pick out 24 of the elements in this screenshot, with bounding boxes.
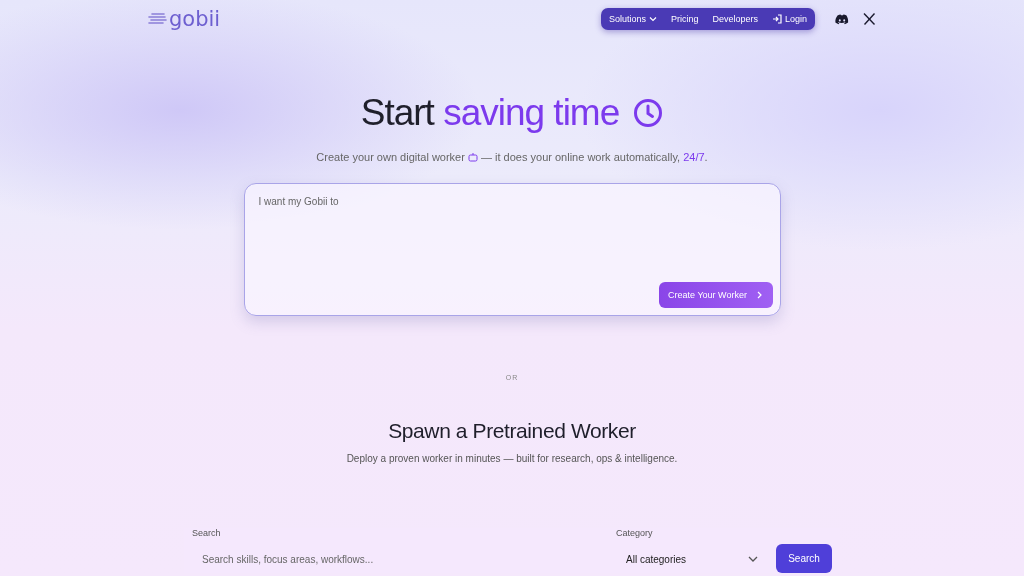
x-logo-icon[interactable] [863,13,876,25]
solutions-menu[interactable]: Solutions [608,14,657,24]
nav-link[interactable]: Developers [712,14,758,24]
discord-icon[interactable] [835,13,849,25]
field-label: Search [192,528,222,538]
create-worker-button[interactable]: Create Your Worker [658,282,773,308]
logo-icon [148,12,168,26]
field-label: Category [616,528,654,538]
nav-link[interactable]: Pricing [670,14,699,24]
chevron-down-icon [748,556,758,562]
hero-title: Start saving time [360,92,620,134]
logo-text[interactable]: gobii [169,7,221,31]
search-button[interactable]: Search [776,544,832,573]
section-title: Spawn a Pretrained Worker [388,419,636,443]
category-dropdown[interactable]: All categories [616,545,766,573]
nav-link[interactable]: Login [771,14,807,24]
robot-icon [467,152,478,162]
chevron-down-icon [648,16,657,22]
login-icon [771,14,782,24]
section-description: Deploy a proven worker in minutes — built for research, ops & intelligence. [346,453,678,464]
prompt-box[interactable]: I want my Gobii to Create Your Worker [243,183,781,316]
search-field[interactable]: Search skills, focus areas, workflows... [192,545,606,573]
hero-subtitle: Create your own digital worker — it does your online work automatically, 24/7. [316,151,708,163]
clock-icon [633,98,664,128]
